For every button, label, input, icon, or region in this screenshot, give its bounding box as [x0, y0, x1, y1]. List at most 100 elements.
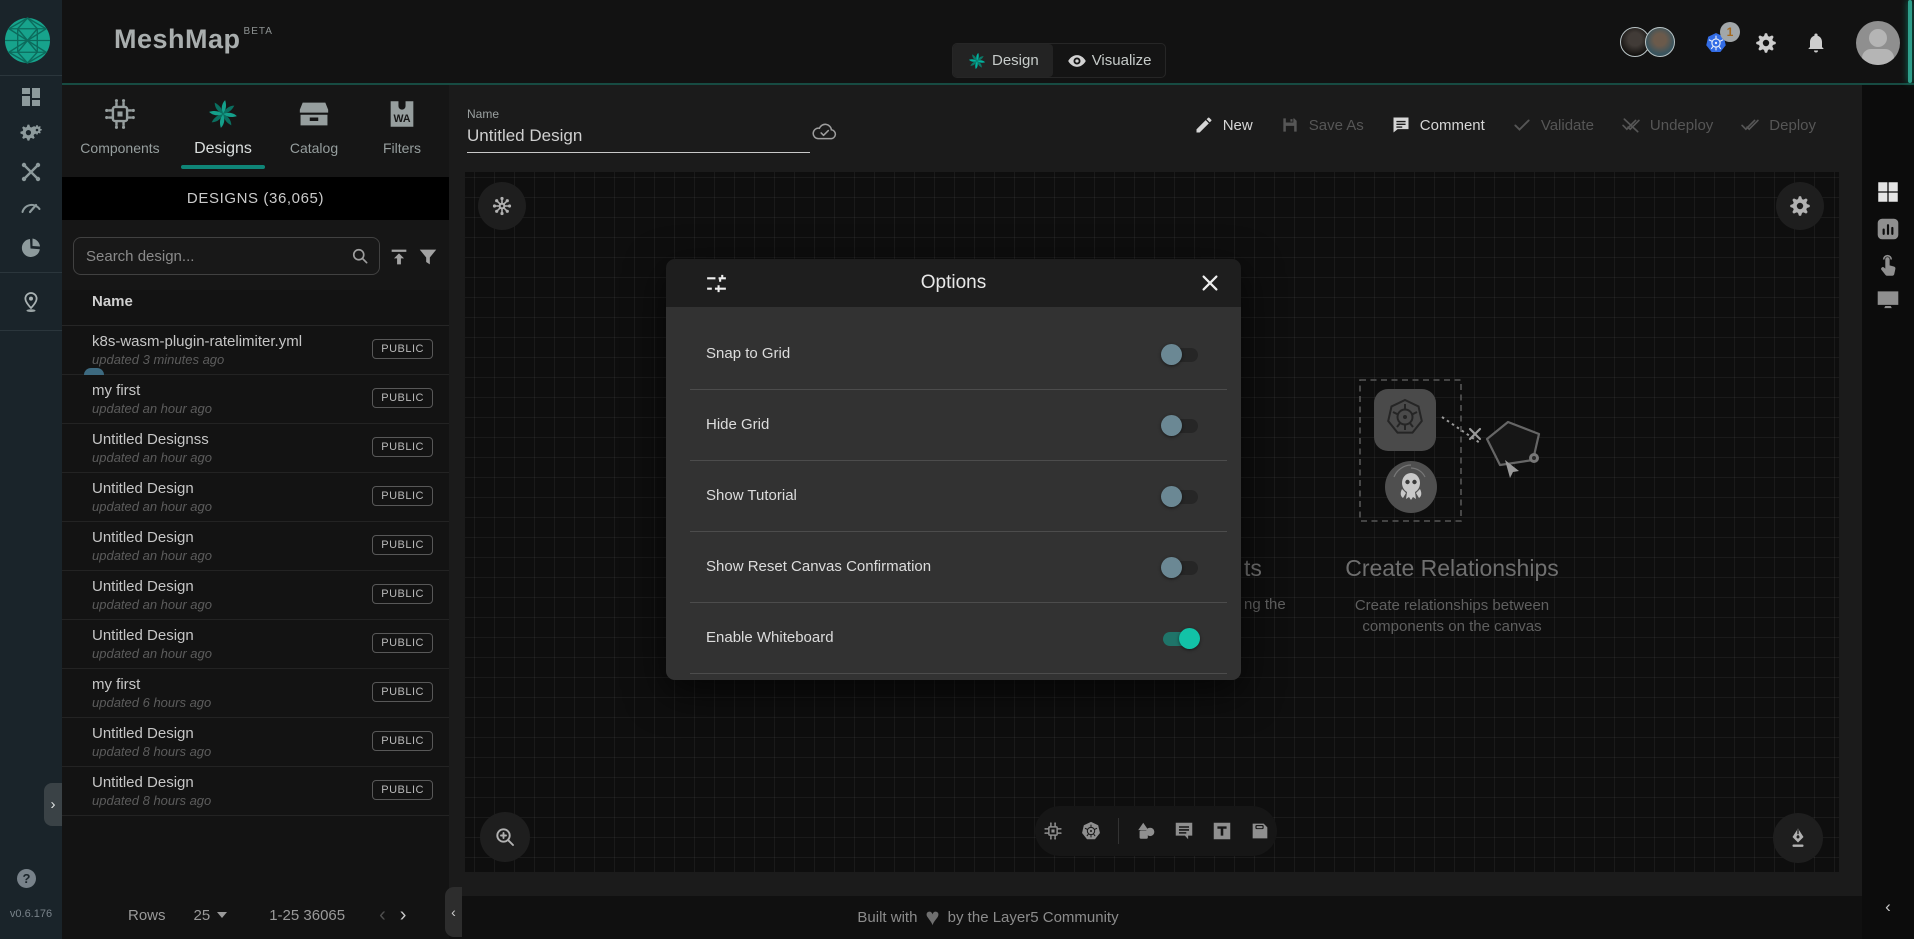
dock-text-icon[interactable]	[1211, 820, 1233, 842]
visualize-eye-icon	[1067, 51, 1087, 71]
tab-designs[interactable]: Designs	[175, 97, 271, 158]
design-list-item[interactable]: Untitled Design updated 8 hours ago PUBL…	[62, 767, 449, 816]
filter-funnel-icon[interactable]	[417, 246, 439, 268]
design-updated: updated an hour ago	[92, 450, 212, 465]
prev-page-button[interactable]: ‹	[379, 904, 386, 927]
design-name-input[interactable]: Untitled Design	[467, 126, 810, 153]
dock-comment-icon[interactable]	[1173, 820, 1195, 842]
validate-label: Validate	[1541, 117, 1594, 134]
empty-state-text: Create relationships between components …	[1302, 595, 1602, 637]
tab-catalog[interactable]: Catalog	[266, 97, 362, 156]
hidden-card-text-fragment: ng the	[1244, 596, 1296, 613]
deploy-label: Deploy	[1769, 117, 1816, 134]
settings-gear-button[interactable]	[1754, 31, 1778, 55]
panel-collapse-handle[interactable]: ‹	[445, 887, 462, 937]
tab-filters[interactable]: WA Filters	[354, 97, 450, 156]
option-toggle[interactable]	[1161, 415, 1200, 436]
whiteboard-pen-button[interactable]	[1773, 813, 1823, 863]
drawer-display-icon[interactable]	[1875, 287, 1901, 313]
pagination: Rows 25 1-25 36065 ‹ ›	[62, 895, 449, 935]
meshmap-pin-icon[interactable]	[19, 290, 43, 314]
dock-note-icon[interactable]	[1249, 820, 1271, 842]
left-nav-rail: › ? v0.6.176	[0, 0, 62, 939]
zoom-in-button[interactable]	[480, 812, 530, 862]
design-list-item[interactable]: Untitled Design updated 8 hours ago PUBL…	[62, 718, 449, 767]
toggle-thumb	[1161, 415, 1182, 436]
canvas-settings-button[interactable]	[1776, 182, 1824, 230]
bell-icon	[1804, 31, 1828, 55]
rail-expand-handle[interactable]: ›	[44, 783, 62, 826]
svg-text:WA: WA	[393, 113, 410, 125]
rows-per-page-select[interactable]: 25	[194, 907, 228, 924]
drawer-chart-icon[interactable]	[1875, 216, 1901, 242]
design-list-item[interactable]: Untitled Design updated an hour ago PUBL…	[62, 473, 449, 522]
option-label: Hide Grid	[706, 416, 769, 433]
dock-components-icon[interactable]	[1042, 820, 1064, 842]
active-tab-indicator	[181, 165, 265, 169]
close-icon[interactable]	[1199, 272, 1221, 294]
panel-tabs: Components Designs Catalo	[62, 85, 449, 177]
meshery-logo[interactable]	[4, 17, 51, 64]
empty-state-line2: components on the canvas	[1302, 616, 1602, 637]
help-icon[interactable]: ?	[17, 869, 36, 888]
tab-components[interactable]: Components	[72, 97, 168, 156]
toolkit-icon[interactable]	[19, 160, 43, 184]
tab-label: Components	[80, 140, 159, 156]
freeze-layout-button[interactable]	[478, 182, 526, 230]
notifications-bell-button[interactable]	[1804, 31, 1828, 55]
lifecycle-gears-icon[interactable]	[19, 122, 43, 146]
design-list-item[interactable]: my first updated an hour ago PUBLIC	[62, 375, 449, 424]
drawer-dashboard-icon[interactable]	[1875, 179, 1901, 205]
check-icon	[1512, 115, 1532, 135]
column-header-name[interactable]: Name	[92, 293, 133, 310]
dock-kubernetes-icon[interactable]	[1080, 820, 1102, 842]
kubernetes-context-button[interactable]: 1	[1704, 31, 1728, 55]
validate-button[interactable]: Validate	[1512, 115, 1594, 135]
design-updated: updated an hour ago	[92, 646, 212, 661]
collaborator-avatar[interactable]	[1645, 27, 1675, 57]
design-list-item[interactable]: my first updated 6 hours ago PUBLIC	[62, 669, 449, 718]
design-list-item[interactable]: Untitled Designss updated an hour ago PU…	[62, 424, 449, 473]
design-search-input[interactable]	[74, 248, 350, 265]
option-toggle[interactable]	[1161, 344, 1200, 365]
app-header: MeshMap BETA Design	[62, 0, 1914, 85]
dock-shapes-icon[interactable]	[1135, 820, 1157, 842]
option-label: Enable Whiteboard	[706, 629, 834, 646]
gear-icon	[1788, 194, 1812, 218]
design-list-item[interactable]: k8s-wasm-plugin-ratelimiter.yml updated …	[62, 326, 449, 375]
dashboard-icon[interactable]	[19, 85, 43, 109]
design-list: k8s-wasm-plugin-ratelimiter.yml updated …	[62, 326, 449, 816]
undeploy-button[interactable]: Undeploy	[1621, 115, 1713, 135]
modal-header: Options	[666, 259, 1241, 307]
design-search-box[interactable]	[73, 237, 380, 275]
option-toggle[interactable]	[1161, 486, 1200, 507]
dock-divider	[1118, 818, 1119, 844]
mesh-pie-icon[interactable]	[19, 236, 43, 260]
design-mode-button[interactable]: Design	[953, 44, 1053, 77]
undeploy-icon	[1621, 115, 1641, 135]
performance-gauge-icon[interactable]	[19, 196, 43, 220]
user-avatar[interactable]	[1856, 21, 1900, 65]
drawer-touch-icon[interactable]	[1875, 253, 1901, 279]
design-updated: updated 8 hours ago	[92, 744, 211, 759]
design-list-item[interactable]: Untitled Design updated an hour ago PUBL…	[62, 571, 449, 620]
deploy-button[interactable]: Deploy	[1740, 115, 1816, 135]
visibility-badge: PUBLIC	[372, 633, 433, 653]
design-list-item[interactable]: Untitled Design updated an hour ago PUBL…	[62, 620, 449, 669]
visualize-mode-button[interactable]: Visualize	[1053, 44, 1166, 77]
design-name: k8s-wasm-plugin-ratelimiter.yml	[92, 333, 302, 350]
designs-pinwheel-icon	[206, 97, 240, 131]
option-toggle[interactable]	[1161, 628, 1200, 649]
save-as-button[interactable]: Save As	[1280, 115, 1364, 135]
option-row: Show Tutorial	[666, 461, 1241, 532]
comment-label: Comment	[1420, 117, 1485, 134]
publish-upload-icon[interactable]	[388, 246, 410, 268]
drawer-collapse-chevron[interactable]: ‹	[1885, 897, 1891, 917]
design-list-item[interactable]: Untitled Design updated an hour ago PUBL…	[62, 522, 449, 571]
option-label: Show Reset Canvas Confirmation	[706, 558, 931, 575]
next-page-button[interactable]: ›	[400, 904, 407, 927]
comment-button[interactable]: Comment	[1391, 115, 1485, 135]
option-toggle[interactable]	[1161, 557, 1200, 578]
visibility-badge: PUBLIC	[372, 682, 433, 702]
new-button[interactable]: New	[1194, 115, 1253, 135]
